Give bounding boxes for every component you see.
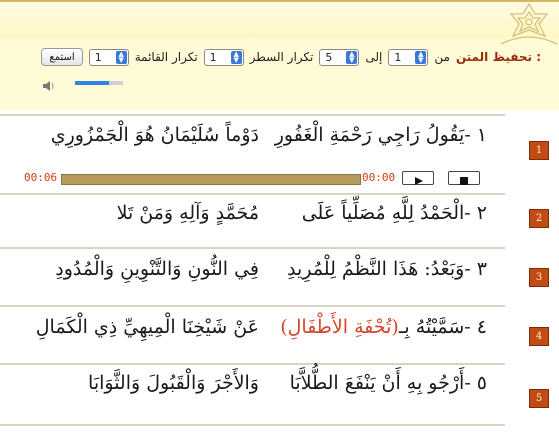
verse-5-first-half: ٥ -أَرْجُو بِهِ أَنْ يَنْفَعَ الطُّلاَّب… xyxy=(289,372,487,394)
book-title: (تُحْفَةِ الأَطْفَالِ) xyxy=(280,316,399,338)
line-repeat-select[interactable]: 1 ▲ ▼ xyxy=(203,48,244,66)
audio-player: 00:06 00:00 xyxy=(0,171,505,187)
stop-icon xyxy=(460,177,468,185)
select-arrows-icon: ▲ ▼ xyxy=(346,50,358,64)
line-repeat-value: 1 xyxy=(209,50,217,64)
to-value: 5 xyxy=(325,50,333,64)
verse-3-second-half: فِي النُّونِ وَالتَّنْوِينِ وَالْمُدُودِ xyxy=(55,258,259,280)
decorative-strip xyxy=(0,2,559,38)
select-arrows-icon: ▲ ▼ xyxy=(115,50,127,64)
select-arrows-icon: ▲ ▼ xyxy=(230,50,242,64)
verse-2-number[interactable]: 2 xyxy=(529,209,549,228)
seek-bar[interactable] xyxy=(61,174,361,185)
speaker-icon[interactable] xyxy=(42,80,56,92)
row-divider xyxy=(0,247,505,249)
header-panel: تحفيظ المتن : من 1 ▲ ▼ إلى 5 ▲ ▼ تكرار الس… xyxy=(0,0,559,110)
verse-4-first-half: ٤ -سَمَّيْتُهُ بِـ(تُحْفَةِ الأَطْفَالِ) xyxy=(280,316,487,338)
row-divider xyxy=(0,114,505,116)
from-select[interactable]: 1 ▲ ▼ xyxy=(388,48,429,66)
volume-level xyxy=(75,81,109,85)
verse-5-second-half: وَالأَجْرَ وَالْقَبُولَ وَالثَّوَابَا xyxy=(88,372,259,394)
verse-3-number[interactable]: 3 xyxy=(529,268,549,287)
select-arrows-icon: ▲ ▼ xyxy=(415,50,427,64)
verse-4-prefix: ٤ -سَمَّيْتُهُ بِـ xyxy=(398,316,487,338)
verse-5-number[interactable]: 5 xyxy=(529,389,549,408)
play-icon xyxy=(415,177,423,185)
list-repeat-label: تكرار القائمة xyxy=(134,50,198,64)
memorize-controls: تحفيظ المتن : من 1 ▲ ▼ إلى 5 ▲ ▼ تكرار الس… xyxy=(41,46,541,68)
from-label: من xyxy=(434,50,450,64)
list-repeat-select[interactable]: 1 ▲ ▼ xyxy=(88,48,129,66)
listen-button[interactable]: استمع xyxy=(41,48,83,66)
line-repeat-label: تكرار السطر xyxy=(249,50,314,64)
memorize-title: تحفيظ المتن : xyxy=(455,50,541,64)
list-repeat-value: 1 xyxy=(94,50,102,64)
row-divider xyxy=(0,363,505,365)
to-select[interactable]: 5 ▲ ▼ xyxy=(319,48,360,66)
row-divider xyxy=(0,424,505,426)
verse-2-second-half: مُحَمَّدٍ وَآلِهِ وَمَنْ تَلا xyxy=(116,202,259,224)
play-button[interactable] xyxy=(402,171,434,185)
to-label: إلى xyxy=(365,50,383,64)
row-divider xyxy=(0,305,505,307)
verse-1-first-half: ١ -يَقُولُ رَاجِي رَحْمَةِ الْغَفُورِ xyxy=(274,124,487,146)
current-time: 00:00 xyxy=(362,171,396,184)
verse-1-number[interactable]: 1 xyxy=(529,141,549,160)
verse-4-second-half: عَنْ شَيْخِنَا الْمِيهِيِّ ذِي الْكَمَال… xyxy=(35,316,259,338)
verse-4-number[interactable]: 4 xyxy=(529,327,549,346)
verse-3-first-half: ٣ -وَبَعْدُ: هَذَا النَّظْمُ لِلْمُرِيدِ xyxy=(287,258,487,280)
stop-button[interactable] xyxy=(448,171,480,185)
total-time: 00:06 xyxy=(24,171,58,184)
ornament-icon xyxy=(500,2,558,45)
row-divider xyxy=(0,193,505,195)
verse-2-first-half: ٢ -الْحَمْدُ لِلَّهِ مُصَلِّياً عَلَى xyxy=(301,202,487,224)
verse-1-second-half: دَوْماً سُلَيْمَانُ هُوَ الْجَمْزُورِي xyxy=(50,124,259,146)
from-value: 1 xyxy=(394,50,402,64)
volume-slider[interactable] xyxy=(75,81,123,85)
